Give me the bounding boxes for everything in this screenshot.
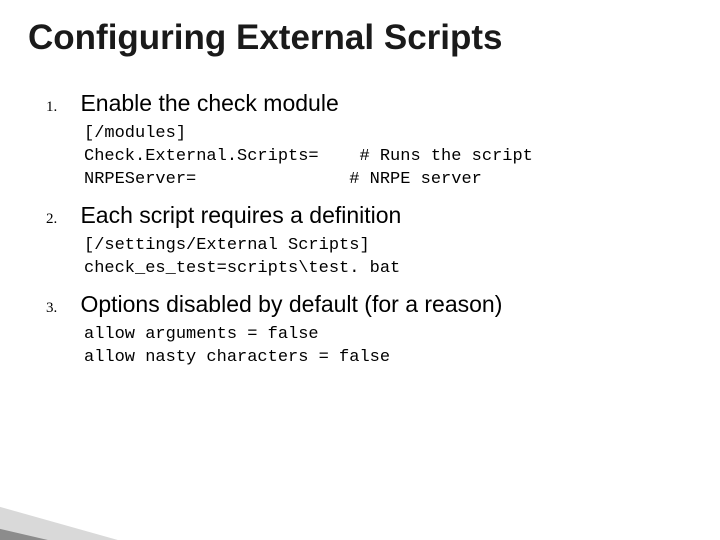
decorative-wedge-icon (0, 420, 260, 540)
code-block: [/settings/External Scripts] check_es_te… (84, 235, 686, 281)
slide-title: Configuring External Scripts (28, 18, 503, 58)
list-item: 2. Each script requires a definition [/s… (46, 202, 686, 281)
item-number: 2. (46, 211, 76, 228)
item-heading: Enable the check module (80, 90, 338, 116)
item-number: 1. (46, 99, 76, 116)
list-item: 3. Options disabled by default (for a re… (46, 291, 686, 370)
code-block: [/modules] Check.External.Scripts= # Run… (84, 123, 686, 192)
item-number: 3. (46, 300, 76, 317)
item-heading: Options disabled by default (for a reaso… (80, 291, 502, 317)
list-item: 1. Enable the check module [/modules] Ch… (46, 90, 686, 192)
slide: Configuring External Scripts 1. Enable t… (0, 0, 720, 540)
content-list: 1. Enable the check module [/modules] Ch… (46, 90, 686, 380)
code-block: allow arguments = false allow nasty char… (84, 324, 686, 370)
item-heading: Each script requires a definition (80, 202, 401, 228)
